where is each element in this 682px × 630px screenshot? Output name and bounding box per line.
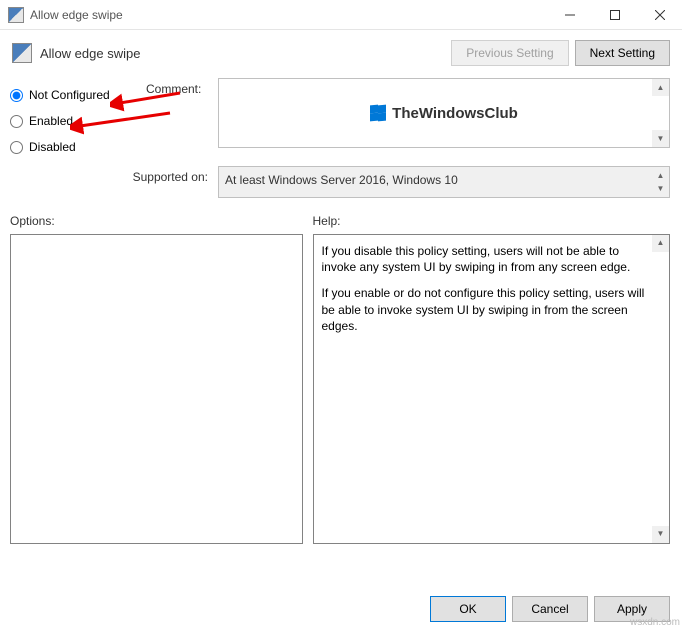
window-title: Allow edge swipe	[30, 8, 547, 22]
nav-buttons: Previous Setting Next Setting	[451, 40, 670, 66]
radio-disabled[interactable]: Disabled	[10, 134, 146, 160]
config-row: Not Configured Enabled Disabled Comment:…	[0, 74, 682, 160]
minimize-button[interactable]	[547, 0, 592, 29]
scroll-up-icon[interactable]: ▲	[652, 79, 669, 96]
cancel-button[interactable]: Cancel	[512, 596, 588, 622]
scroll-down-icon[interactable]: ▼	[652, 180, 669, 197]
radio-not-configured[interactable]: Not Configured	[10, 82, 146, 108]
policy-icon	[12, 43, 32, 63]
options-box[interactable]	[10, 234, 303, 544]
close-button[interactable]	[637, 0, 682, 29]
options-column: Options:	[10, 210, 303, 544]
help-label: Help:	[313, 210, 671, 234]
policy-title: Allow edge swipe	[40, 46, 451, 61]
help-paragraph-2: If you enable or do not configure this p…	[322, 285, 650, 334]
supported-value-box: At least Windows Server 2016, Windows 10…	[218, 166, 670, 198]
app-icon	[8, 7, 24, 23]
radio-not-configured-input[interactable]	[10, 89, 23, 102]
supported-label: Supported on:	[10, 166, 218, 184]
supported-row: Supported on: At least Windows Server 20…	[0, 160, 682, 208]
help-paragraph-1: If you disable this policy setting, user…	[322, 243, 650, 275]
radio-enabled-input[interactable]	[10, 115, 23, 128]
state-radios: Not Configured Enabled Disabled	[10, 78, 146, 160]
options-label: Options:	[10, 210, 303, 234]
panes: Options: Help: If you disable this polic…	[0, 208, 682, 548]
window-controls	[547, 0, 682, 29]
watermark-logo: TheWindowsClub	[370, 105, 518, 122]
scroll-down-icon[interactable]: ▼	[652, 130, 669, 147]
maximize-button[interactable]	[592, 0, 637, 29]
comment-label: Comment:	[146, 78, 218, 96]
previous-setting-button[interactable]: Previous Setting	[451, 40, 568, 66]
scroll-down-icon[interactable]: ▼	[652, 526, 669, 543]
window-titlebar: Allow edge swipe	[0, 0, 682, 30]
site-watermark: wsxdn.com	[630, 617, 680, 628]
supported-value: At least Windows Server 2016, Windows 10	[225, 173, 458, 187]
help-box[interactable]: If you disable this policy setting, user…	[313, 234, 671, 544]
next-setting-button[interactable]: Next Setting	[575, 40, 670, 66]
watermark-text: TheWindowsClub	[392, 105, 518, 122]
radio-enabled-label: Enabled	[29, 114, 73, 128]
ok-button[interactable]: OK	[430, 596, 506, 622]
header: Allow edge swipe Previous Setting Next S…	[0, 30, 682, 74]
radio-disabled-input[interactable]	[10, 141, 23, 154]
radio-not-configured-label: Not Configured	[29, 88, 110, 102]
windows-logo-icon	[370, 105, 386, 121]
radio-enabled[interactable]: Enabled	[10, 108, 146, 134]
scroll-up-icon[interactable]: ▲	[652, 235, 669, 252]
help-column: Help: If you disable this policy setting…	[313, 210, 671, 544]
comment-textarea[interactable]: TheWindowsClub ▲ ▼	[218, 78, 670, 148]
radio-disabled-label: Disabled	[29, 140, 76, 154]
